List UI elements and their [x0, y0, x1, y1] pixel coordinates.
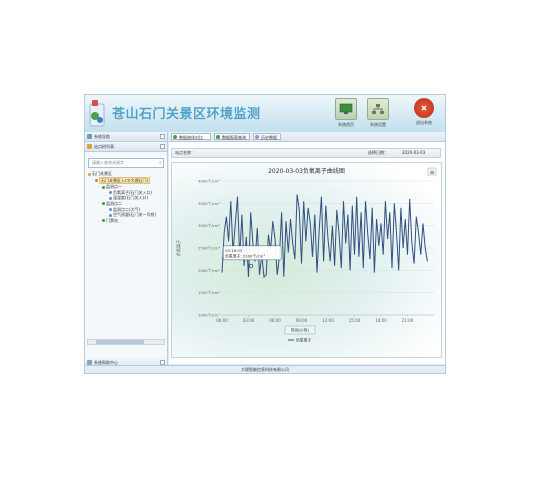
main-panel: 数据曲线对比 数据报表查询 历史数据 站点名称： 选择日期： 2020-03-0… [169, 132, 445, 364]
tree-node-label: 监测点二(大气) [113, 206, 141, 212]
tooltip-time: 03:18:03 [225, 248, 243, 253]
tree-node[interactable]: 门票站 [88, 218, 167, 224]
app-window: 苍山石门关景区环境监测 系统首页 系统设置 退出系统 系统导航 站点树列表 请输… [84, 94, 446, 374]
tab-label: 历史数据 [261, 135, 277, 140]
sidebar-nav-label: 系统导航 [94, 134, 110, 139]
tree-icon [87, 144, 92, 149]
tab-history[interactable]: 历史数据 [253, 133, 281, 140]
exit-button-label: 退出系统 [416, 120, 432, 125]
chart-title: 2020-03-03负氧离子曲线图 [268, 167, 345, 175]
tree-node-label: 温湿度(石门关入口) [113, 195, 149, 201]
report-icon [216, 135, 220, 139]
collapse-icon[interactable] [160, 134, 165, 139]
y-tick-label: 4000个/cm³ [198, 179, 221, 184]
monitor-icon [335, 98, 357, 120]
tree-node-label: 石门关景区 [92, 171, 112, 176]
home-button[interactable]: 系统首页 [331, 98, 361, 129]
sensor-icon [102, 185, 105, 189]
y-tick-label: 2000个/cm³ [198, 268, 221, 273]
clear-icon[interactable]: ✕ [159, 159, 162, 167]
navigator-label: 时间(小时) [291, 328, 310, 333]
scrollbar-thumb[interactable] [96, 340, 144, 344]
home-button-label: 系统首页 [338, 122, 354, 127]
tab-curve-compare[interactable]: 数据曲线对比 [171, 133, 211, 140]
tab-bar: 数据曲线对比 数据报表查询 历史数据 [169, 132, 445, 142]
tree-node[interactable]: 石门关景区入口(大理石门) [88, 176, 167, 185]
sensor-icon [109, 196, 112, 200]
tooltip-value: 负氧离子: 2100个/cm³ [225, 253, 265, 258]
menu-icon[interactable]: ≡ [429, 169, 434, 176]
folder-icon [88, 172, 91, 176]
x-tick-label: 18:00 [375, 318, 387, 323]
y-tick-label: 1000个/cm³ [198, 313, 221, 318]
line-chart: 2020-03-03负氧离子曲线图 ≡ 1000个/cm³ 1500个/cm³ 2000… [175, 167, 437, 343]
tree-node-label: 监测点一 [106, 184, 122, 190]
x-tick-label: 03:00 [243, 318, 255, 323]
sensor-icon [109, 213, 112, 217]
tree-node-label: 空气质量(石门关一号桥) [113, 212, 157, 218]
y-tick-label: 2500个/cm³ [198, 246, 221, 251]
exit-icon [414, 98, 434, 118]
x-tick-label: 21:00 [402, 318, 414, 323]
site-search-input[interactable]: 请输入查询关键字 ✕ [88, 158, 164, 168]
tree-node-label: 监测点二 [106, 200, 122, 206]
legend-label: 负氧离子 [296, 338, 311, 343]
settings-button-label: 系统设置 [370, 122, 386, 127]
sidebar-scrollbar[interactable] [87, 339, 165, 345]
site-name-label: 站点名称： [175, 150, 195, 155]
settings-button[interactable]: 系统设置 [363, 98, 393, 129]
y-tick-label: 1500个/cm³ [198, 290, 221, 295]
sensor-icon [109, 208, 112, 212]
header-banner: 苍山石门关景区环境监测 系统首页 系统设置 退出系统 [85, 95, 445, 132]
site-tree-header[interactable]: 站点树列表 [85, 142, 167, 152]
sensor-icon [102, 219, 105, 223]
x-tick-label: 00:00 [216, 318, 228, 323]
y-tick-label: 3000个/cm³ [198, 223, 221, 228]
sensor-icon [109, 191, 112, 195]
sidebar: 系统导航 站点树列表 请输入查询关键字 ✕ 石门关景区 石门关景区入口(大理石门)… [85, 132, 168, 368]
y-axis-label: 负氧离子 [175, 240, 181, 256]
tab-label: 数据报表查询 [222, 135, 246, 140]
chart-area: 2020-03-03负氧离子曲线图 ≡ 1000个/cm³ 1500个/cm³ 2000… [171, 162, 442, 358]
logo-icon [89, 100, 105, 127]
status-text: 大理智能信息科技有限公司 [241, 367, 289, 372]
site-tree: 石门关景区 石门关景区入口(大理石门) 监测点一 负氧离子(石门关入口) 温湿度(石门关… [85, 171, 167, 223]
x-tick-label: 15:00 [349, 318, 361, 323]
site-tree-label: 站点树列表 [94, 144, 114, 149]
x-tick-label: 06:00 [269, 318, 281, 323]
chart-icon [173, 135, 177, 139]
nav-icon [87, 134, 92, 139]
x-tick-label: 09:00 [296, 318, 308, 323]
search-placeholder: 请输入查询关键字 [92, 160, 124, 165]
tree-node-label: 门票站 [106, 217, 118, 223]
status-bar: 大理智能信息科技有限公司 [85, 365, 445, 373]
tooltip-marker [249, 263, 254, 268]
sensor-icon [102, 202, 105, 206]
date-picker[interactable]: 2020-03-03 [402, 149, 425, 157]
query-toolbar: 站点名称： 选择日期： 2020-03-03 [171, 148, 441, 158]
y-tick-label: 3500个/cm³ [198, 201, 221, 206]
date-label: 选择日期： [368, 150, 388, 155]
exit-button[interactable]: 退出系统 [409, 98, 439, 129]
tab-label: 数据曲线对比 [179, 135, 203, 140]
tab-report-query[interactable]: 数据报表查询 [214, 133, 250, 140]
series-line [221, 194, 428, 279]
x-tick-label: 12:00 [322, 318, 334, 323]
sidebar-nav-header[interactable]: 系统导航 [85, 132, 167, 142]
app-title: 苍山石门关景区环境监测 [112, 107, 261, 122]
network-icon [367, 98, 389, 120]
folder-icon [95, 179, 98, 183]
history-icon [255, 135, 259, 139]
collapse-icon[interactable] [160, 144, 165, 149]
